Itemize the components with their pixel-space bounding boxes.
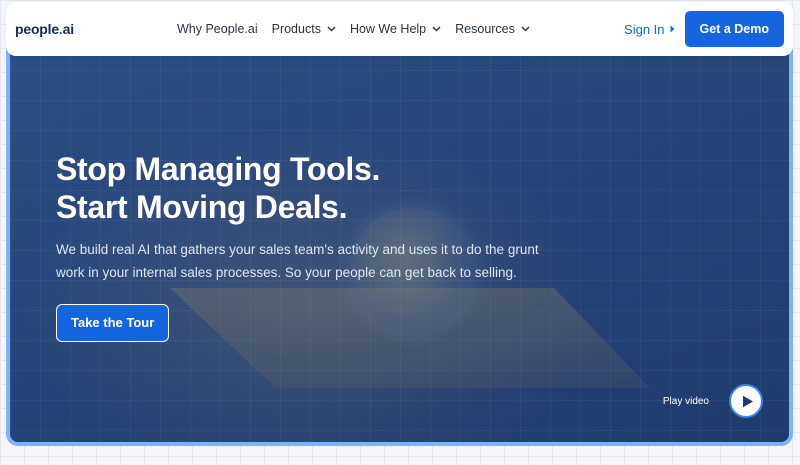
chevron-down-icon <box>432 26 441 32</box>
hero-section: Stop Managing Tools. Start Moving Deals.… <box>6 6 793 446</box>
play-video-label[interactable]: Play video <box>663 396 709 407</box>
sign-in-link[interactable]: Sign In <box>624 21 675 37</box>
people-ai-logo[interactable]: people.ai <box>15 21 175 37</box>
nav-item-label: How We Help <box>349 22 427 36</box>
logo-text: people <box>15 21 59 37</box>
caret-right-icon <box>670 25 675 33</box>
nav-item-why-people-ai[interactable]: Why People.ai <box>177 22 258 36</box>
play-video-control: Play video <box>663 384 763 418</box>
hero-headline-line1: Stop Managing Tools. <box>56 151 381 187</box>
take-the-tour-button[interactable]: Take the Tour <box>56 304 170 342</box>
hero-headline-line2: Start Moving Deals. <box>56 189 348 225</box>
chevron-down-icon <box>521 26 530 32</box>
nav-item-products[interactable]: Products <box>272 22 336 36</box>
play-icon <box>742 395 753 407</box>
logo-suffix: ai <box>62 21 74 37</box>
nav-item-label: Resources <box>455 22 515 36</box>
chevron-down-icon <box>327 26 336 32</box>
sign-in-label: Sign In <box>624 21 665 37</box>
top-navigation: people.ai Why People.ai Products How We … <box>6 2 793 56</box>
get-a-demo-button[interactable]: Get a Demo <box>684 11 784 47</box>
nav-item-label: Why People.ai <box>177 22 258 36</box>
nav-item-label: Products <box>271 22 321 36</box>
hero-headline: Stop Managing Tools. Start Moving Deals. <box>56 150 576 226</box>
hero-content: Stop Managing Tools. Start Moving Deals.… <box>56 150 576 342</box>
nav-actions: Sign In Get a Demo <box>624 11 793 47</box>
nav-item-resources[interactable]: Resources <box>455 22 530 36</box>
play-video-button[interactable] <box>729 384 763 418</box>
hero-subtext: We build real AI that gathers your sales… <box>56 242 539 280</box>
nav-menu: Why People.ai Products How We Help Resou… <box>177 22 544 36</box>
nav-item-how-we-help[interactable]: How We Help <box>350 22 441 36</box>
